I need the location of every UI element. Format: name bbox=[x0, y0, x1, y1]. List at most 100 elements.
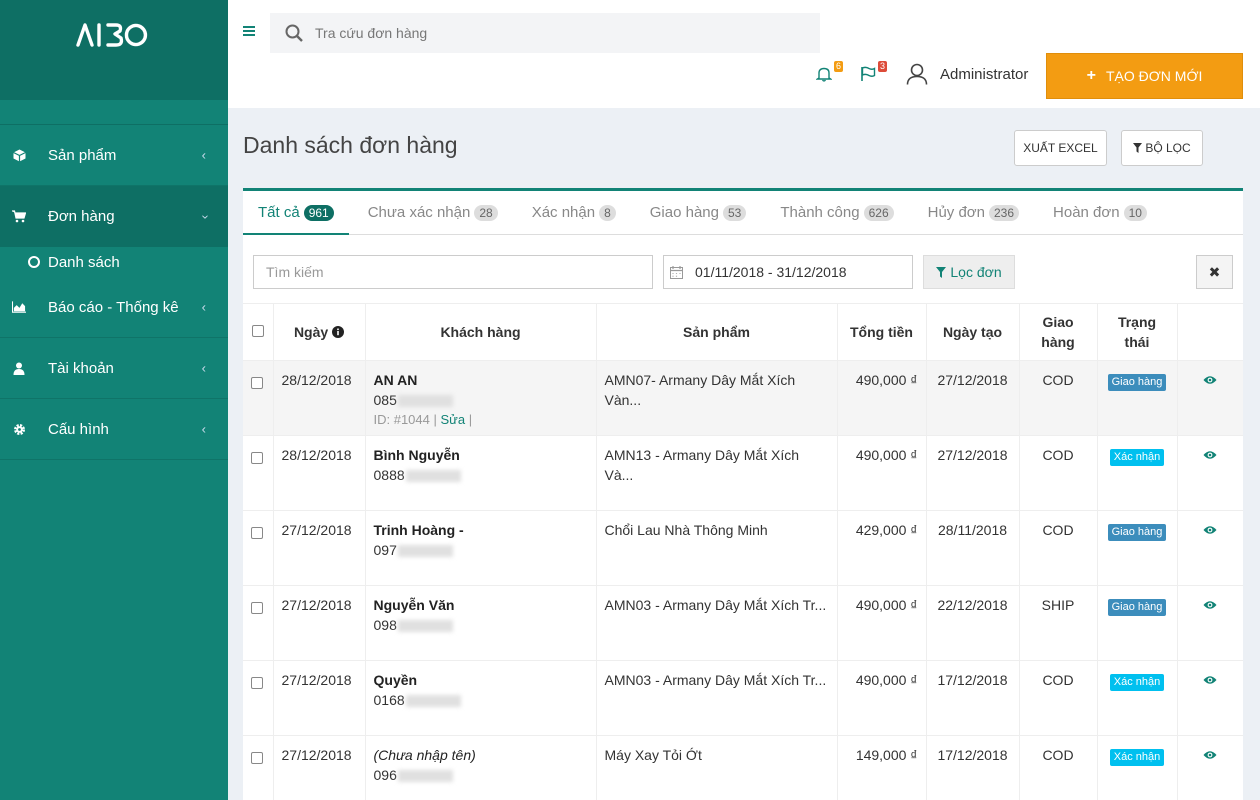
sidebar-item-don-hang[interactable]: Đơn hàng ‹ bbox=[0, 186, 228, 247]
chevron-left-icon: ‹ bbox=[201, 421, 206, 437]
order-date: 27/12/2018 bbox=[273, 660, 366, 736]
customer-name: Trinh Hoàng - bbox=[373, 522, 464, 538]
tab-tat-ca[interactable]: Tất cả 961 bbox=[243, 191, 349, 235]
user-icon bbox=[906, 63, 928, 85]
product-name: Chổi Lau Nhà Thông Minh bbox=[596, 510, 838, 586]
search-input[interactable] bbox=[253, 255, 653, 289]
actions-cell bbox=[1177, 585, 1243, 661]
notifications-bell[interactable]: 6 bbox=[815, 61, 843, 84]
search-icon bbox=[285, 24, 303, 42]
export-excel-button[interactable]: XUẤT EXCEL bbox=[1014, 130, 1107, 166]
order-total: 490,000 ₫ bbox=[837, 435, 927, 511]
actions-cell bbox=[1177, 660, 1243, 736]
sidebar-item-cau-hinh[interactable]: Cấu hình ‹ bbox=[0, 399, 228, 460]
col-header-customer[interactable]: Khách hàng bbox=[365, 303, 597, 361]
table-row[interactable]: 28/12/2018 Bình Nguyễn 0888 AMN13 - Armany … bbox=[243, 435, 1243, 511]
table-row[interactable]: 27/12/2018 Nguyễn Văn 098 AMN03 - Armany Dâ… bbox=[243, 585, 1243, 661]
status-cell: Giao hàng bbox=[1097, 510, 1178, 586]
table-row[interactable]: 27/12/2018 (Chưa nhập tên) 096 Máy Xay Tỏi … bbox=[243, 735, 1243, 800]
order-total: 490,000 ₫ bbox=[837, 660, 927, 736]
edit-link[interactable]: Sửa bbox=[441, 412, 466, 427]
plus-icon: + bbox=[1086, 67, 1096, 84]
sidebar-item-label: Tài khoản bbox=[48, 359, 114, 377]
create-order-label: TẠO ĐƠN MỚI bbox=[1106, 68, 1203, 84]
cube-icon bbox=[12, 148, 26, 162]
phone-prefix: 098 bbox=[373, 617, 397, 633]
eye-icon[interactable] bbox=[1203, 675, 1217, 685]
table-row[interactable]: 28/12/2018 AN AN 085 ID: #1044 | Sửa | AMN07… bbox=[243, 360, 1243, 436]
tab-label: Giao hàng bbox=[649, 204, 719, 221]
create-order-button[interactable]: + TẠO ĐƠN MỚI bbox=[1046, 53, 1243, 99]
table-row[interactable]: 27/12/2018 Trinh Hoàng - 097 Chổi Lau Nhà T… bbox=[243, 510, 1243, 586]
col-header-created[interactable]: Ngày tạo bbox=[926, 303, 1020, 361]
area-chart-icon bbox=[12, 300, 26, 314]
row-select-cell bbox=[243, 510, 274, 586]
notifications-flag[interactable]: 3 bbox=[860, 61, 887, 84]
eye-icon[interactable] bbox=[1203, 750, 1217, 760]
status-cell: Xác nhận bbox=[1097, 735, 1178, 800]
sidebar-subitem-danh-sach[interactable]: Danh sách bbox=[0, 247, 228, 277]
apply-filter-button[interactable]: Lọc đơn bbox=[923, 255, 1015, 289]
date-range-field[interactable]: 01/11/2018 - 31/12/2018 bbox=[663, 255, 913, 289]
select-all-checkbox[interactable] bbox=[251, 325, 264, 337]
phone-prefix: 096 bbox=[373, 767, 397, 783]
row-select-cell bbox=[243, 660, 274, 736]
tab-huy-don[interactable]: Hủy đơn 236 bbox=[909, 191, 1034, 234]
row-checkbox[interactable] bbox=[251, 602, 263, 614]
shipping-method: COD bbox=[1019, 735, 1098, 800]
order-status-tabs: Tất cả 961 Chưa xác nhận 28 Xác nhận 8 Giao… bbox=[243, 191, 1243, 235]
eye-icon[interactable] bbox=[1203, 450, 1217, 460]
cart-icon bbox=[12, 210, 26, 224]
tab-xac-nhan[interactable]: Xác nhận 8 bbox=[513, 191, 631, 234]
col-header-status[interactable]: Trạng thái bbox=[1097, 303, 1178, 361]
actions-cell bbox=[1177, 435, 1243, 511]
actions-cell bbox=[1177, 360, 1243, 436]
apply-filter-label: Lọc đơn bbox=[950, 264, 1002, 280]
row-checkbox[interactable] bbox=[251, 752, 263, 764]
logo[interactable] bbox=[0, 0, 228, 100]
eye-icon[interactable] bbox=[1203, 525, 1217, 535]
tab-label: Xác nhận bbox=[531, 204, 596, 221]
col-header-shipping[interactable]: Giao hàng bbox=[1019, 303, 1098, 361]
row-checkbox[interactable] bbox=[251, 377, 263, 389]
row-checkbox[interactable] bbox=[251, 452, 263, 464]
customer-cell: Trinh Hoàng - 097 bbox=[365, 510, 597, 586]
table-row[interactable]: 27/12/2018 Quyền 0168 AMN03 - Armany Dây Mắ… bbox=[243, 660, 1243, 736]
col-header-total[interactable]: Tổng tiền bbox=[837, 303, 927, 361]
hamburger-icon[interactable] bbox=[243, 26, 255, 38]
tab-hoan-don[interactable]: Hoàn đơn 10 bbox=[1034, 191, 1162, 234]
sidebar-menu: Sản phẩm ‹ Đơn hàng ‹ Danh sách Báo cáo … bbox=[0, 124, 228, 460]
circle-icon bbox=[28, 256, 40, 268]
eye-icon[interactable] bbox=[1203, 375, 1217, 385]
info-icon bbox=[332, 326, 345, 338]
col-header-actions bbox=[1177, 303, 1243, 361]
user-menu[interactable]: Administrator bbox=[906, 63, 1028, 85]
sidebar-item-bao-cao[interactable]: Báo cáo - Thống kê ‹ bbox=[0, 277, 228, 338]
order-date: 28/12/2018 bbox=[273, 360, 366, 436]
sidebar-item-tai-khoan[interactable]: Tài khoản ‹ bbox=[0, 338, 228, 399]
tab-giao-hang[interactable]: Giao hàng 53 bbox=[631, 191, 762, 234]
chevron-left-icon: ‹ bbox=[201, 360, 206, 376]
filter-button[interactable]: BỘ LỌC bbox=[1121, 130, 1203, 166]
customer-name: Bình Nguyễn bbox=[373, 447, 460, 463]
sidebar-item-label: Đơn hàng bbox=[48, 208, 115, 225]
product-name: AMN03 - Armany Dây Mắt Xích Tr... bbox=[596, 660, 838, 736]
tab-thanh-cong[interactable]: Thành công 626 bbox=[761, 191, 908, 234]
product-name: AMN07- Armany Dây Mắt Xích Vàn... bbox=[596, 360, 838, 436]
eye-icon[interactable] bbox=[1203, 600, 1217, 610]
row-checkbox[interactable] bbox=[251, 527, 263, 539]
col-header-date[interactable]: Ngày bbox=[273, 303, 366, 361]
customer-cell: Bình Nguyễn 0888 bbox=[365, 435, 597, 511]
row-checkbox[interactable] bbox=[251, 677, 263, 689]
sidebar-item-san-pham[interactable]: Sản phẩm ‹ bbox=[0, 125, 228, 186]
clear-filter-button[interactable]: ✖ bbox=[1196, 255, 1233, 289]
tab-chua-xac-nhan[interactable]: Chưa xác nhận 28 bbox=[349, 191, 513, 234]
customer-cell: Quyền 0168 bbox=[365, 660, 597, 736]
customer-cell: (Chưa nhập tên) 096 bbox=[365, 735, 597, 800]
order-search-input[interactable] bbox=[315, 25, 795, 41]
status-cell: Giao hàng bbox=[1097, 585, 1178, 661]
col-header-product[interactable]: Sản phẩm bbox=[596, 303, 838, 361]
orders-table-body: 28/12/2018 AN AN 085 ID: #1044 | Sửa | AMN07… bbox=[243, 360, 1243, 800]
phone-prefix: 0888 bbox=[373, 467, 405, 483]
customer-phone: 096 bbox=[374, 765, 588, 785]
